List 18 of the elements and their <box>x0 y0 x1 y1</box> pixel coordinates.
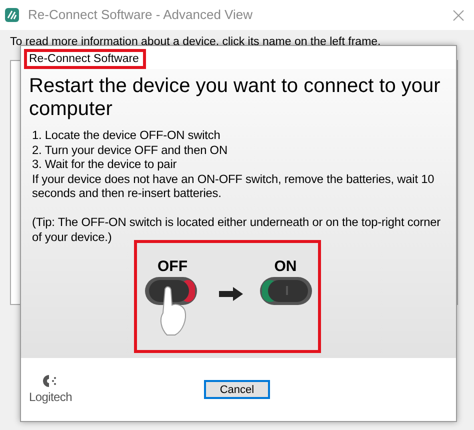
note-text: If your device does not have an ON-OFF switch, remove the batteries, wait 10 seconds and then re-insert batteries. <box>32 172 436 200</box>
arrow-icon <box>218 287 242 301</box>
step-text: 3. Wait for the device to pair <box>32 157 178 172</box>
instruction-text: To read more information about a device, click its name on the left frame. <box>9 35 382 50</box>
dialog-heading: Restart the device you want to connect to your computer <box>29 75 442 121</box>
step-text: 1. Locate the device OFF-ON switch <box>32 128 222 142</box>
logo-text: Logitech <box>29 388 72 406</box>
logo-icon <box>42 374 58 388</box>
app-icon <box>4 7 20 23</box>
window-title: Re-Connect Software - Advanced View <box>28 6 254 24</box>
switch-label: OFF <box>158 259 188 275</box>
cancel-button[interactable]: Cancel <box>204 380 270 399</box>
close-icon[interactable] <box>453 10 464 20</box>
dialog-title: Re-Connect Software <box>24 49 146 69</box>
step-text: 2. Turn your device OFF and then ON <box>32 142 228 157</box>
tip-text: (Tip: The OFF-ON switch is located either underneath or on the top-right corner of your device.) <box>32 215 442 244</box>
switch-drawing <box>258 275 312 307</box>
switch-label: ON <box>274 259 297 275</box>
